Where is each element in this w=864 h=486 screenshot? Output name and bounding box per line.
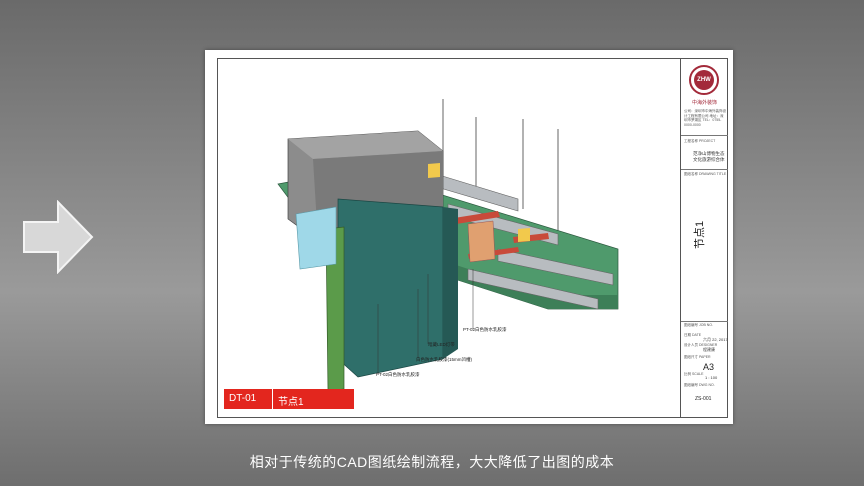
designer-value: 程建康	[703, 347, 715, 352]
divider	[681, 169, 728, 170]
project-label: 工程名称 PROJECT	[684, 139, 716, 143]
drawing-title-vertical: 节点1	[694, 220, 706, 249]
drawing-code: DT-01	[229, 393, 257, 404]
annotation-label: PT-02白色防水乳胶漆	[376, 372, 420, 377]
field-label: 图纸编号 DWG NO.	[684, 383, 715, 387]
project-name: 范净山博物生态文化旅游综合体	[693, 151, 725, 162]
drawing-title-label: 图纸名称 DRAWING TITLE	[684, 172, 727, 176]
field-label: 图纸尺寸 PAPER	[684, 355, 711, 359]
footer-divider	[272, 389, 273, 409]
drawing-sheet: PT-02白色防水乳胶漆 暗藏LED灯带 白色防水乳胶漆(15mm凹槽) PT-…	[205, 50, 733, 424]
annotation-label: 白色防水乳胶漆(15mm凹槽)	[416, 357, 472, 362]
logo-mark: ZHW	[694, 70, 714, 90]
sheet-frame: PT-02白色防水乳胶漆 暗藏LED灯带 白色防水乳胶漆(15mm凹槽) PT-…	[217, 58, 728, 418]
paper-size-value: A3	[703, 362, 715, 372]
isometric-node-drawing: PT-02白色防水乳胶漆 暗藏LED灯带 白色防水乳胶漆(15mm凹槽) PT-…	[218, 59, 680, 417]
node-3d-illustration	[277, 99, 619, 392]
company-name: 中海外装饰	[691, 100, 717, 106]
field-label: 图纸编号 JOB NO.	[684, 323, 713, 327]
scale-value: 1 : 100	[705, 375, 718, 380]
video-subtitle: 相对于传统的CAD图纸绘制流程，大大降低了出图的成本	[249, 454, 615, 470]
annotation-label: PT-02白色防水乳胶漆	[463, 327, 507, 332]
company-info: 公司：深圳市中海外装饰设计工程有限公司 地址：深圳市罗湖区 TEL：0755-0…	[684, 109, 726, 127]
next-arrow-icon[interactable]	[22, 200, 94, 274]
annotation-label: 暗藏LED灯带	[428, 342, 455, 347]
field-label: 日期 DATE	[684, 333, 702, 337]
drawing-number: ZS-001	[695, 396, 712, 402]
field-label: 比例 SCALE	[684, 372, 704, 376]
title-block: ZHW 中海外装饰 公司：深圳市中海外装饰设计工程有限公司 地址：深圳市罗湖区 …	[680, 59, 728, 417]
divider	[681, 135, 728, 136]
drawing-footer-tag: DT-01 节点1	[224, 389, 354, 409]
company-logo: ZHW	[689, 65, 719, 95]
divider	[681, 321, 728, 322]
drawing-footer-title: 节点1	[278, 397, 304, 408]
